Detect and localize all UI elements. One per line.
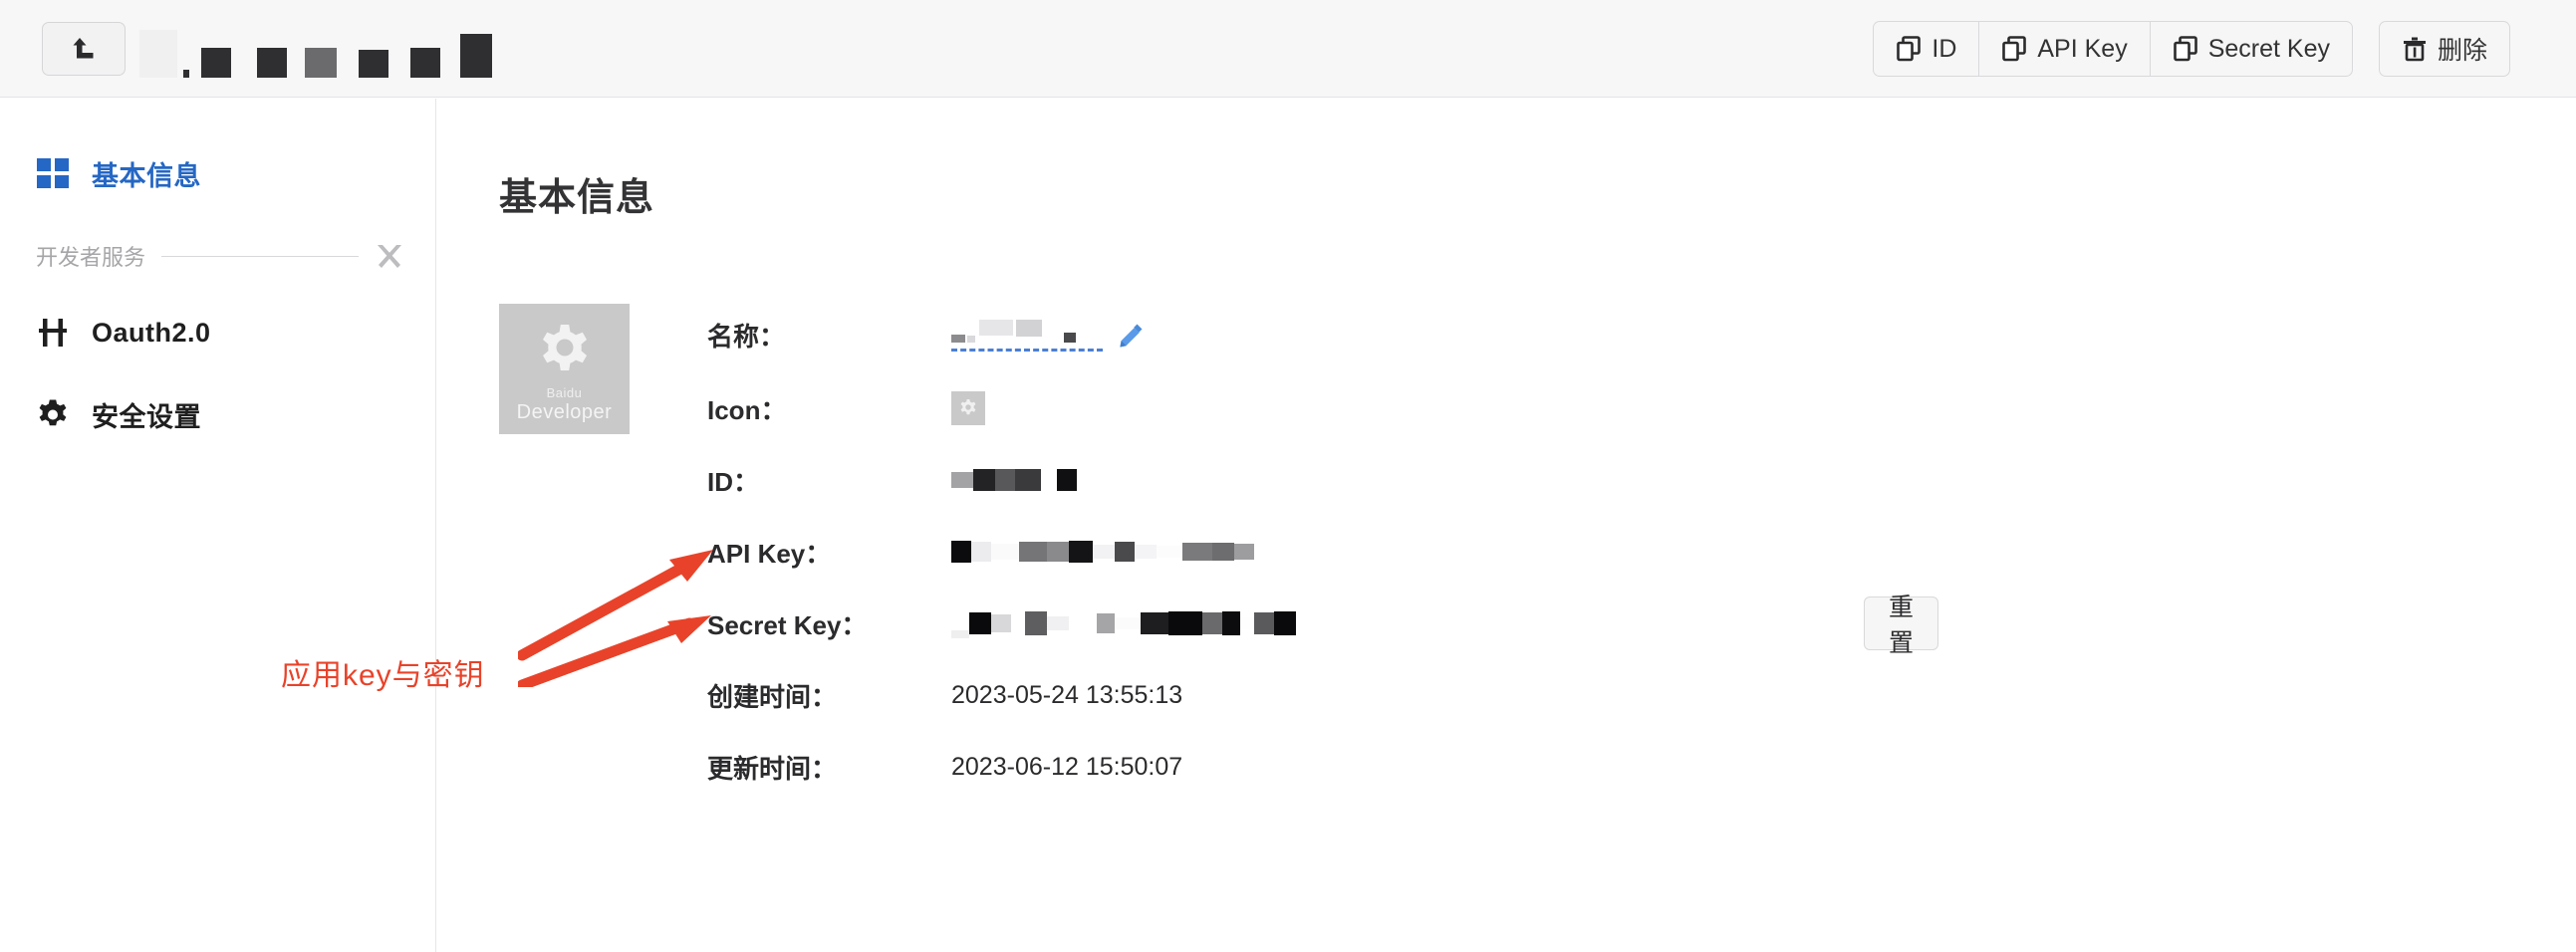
field-value-create-time: 2023-05-24 13:55:13: [951, 680, 1183, 709]
reset-secret-key-button[interactable]: 重置: [1864, 594, 1939, 657]
trash-icon: [2402, 36, 2428, 62]
field-value-secret-key: [951, 608, 1296, 638]
main-content: 基本信息 Baidu Developer 名称： Icon： ID： API K…: [437, 99, 2576, 952]
copy-icon: [1896, 36, 1922, 62]
copy-api-key-label: API Key: [2037, 34, 2128, 63]
field-value-name[interactable]: [951, 318, 1145, 352]
sidebar-item-basic-info[interactable]: 基本信息: [36, 154, 201, 193]
field-value-api-key: [951, 537, 1254, 567]
tools-icon: [375, 241, 404, 271]
copy-icon: [2173, 36, 2198, 62]
redacted-name-value: [951, 313, 1076, 343]
sidebar-item-label: 基本信息: [92, 161, 201, 191]
copy-id-button[interactable]: ID: [1873, 21, 1979, 77]
sidebar-section-divider: [161, 255, 359, 257]
app-thumb-line1: Baidu: [546, 385, 583, 400]
app-icon-thumbnail: [951, 391, 985, 425]
annotation-label: 应用key与密钥: [281, 659, 485, 692]
gear-icon: [36, 398, 70, 432]
redacted-api-key-value: [951, 537, 1254, 567]
sidebar-item-security-settings[interactable]: 安全设置: [36, 395, 201, 434]
sidebar-section-label: 开发者服务: [36, 245, 146, 270]
sidebar-item-label: 安全设置: [92, 402, 201, 432]
field-label-id: ID：: [707, 466, 760, 497]
field-label-create-time: 创建时间：: [707, 681, 838, 712]
sidebar-item-label: Oauth2.0: [92, 317, 211, 348]
grid-icon: [36, 157, 70, 191]
copy-id-label: ID: [1932, 34, 1957, 63]
field-label-name: 名称：: [707, 321, 786, 352]
copy-icon: [2001, 36, 2027, 62]
edit-pencil-icon[interactable]: [1117, 322, 1145, 350]
name-edit-field[interactable]: [951, 318, 1103, 352]
field-label-api-key: API Key：: [707, 538, 832, 569]
top-header: ID API Key Secret Key 删除: [0, 0, 2576, 98]
copy-api-key-button[interactable]: API Key: [1978, 21, 2150, 77]
page-title: 基本信息: [499, 177, 655, 219]
sidebar: 基本信息 开发者服务 Oauth2.0 安全设置: [0, 99, 436, 952]
field-label-secret-key: Secret Key：: [707, 609, 868, 640]
app-thumb-line2: Developer: [516, 401, 613, 423]
field-value-icon: [951, 391, 985, 425]
field-value-id: [951, 465, 1077, 495]
back-arrow-icon: [67, 34, 101, 64]
back-button[interactable]: [42, 22, 126, 76]
field-value-update-time: 2023-06-12 15:50:07: [951, 752, 1183, 781]
oauth-icon: [36, 316, 70, 350]
header-actions: ID API Key Secret Key 删除: [1873, 21, 2510, 77]
copy-secret-key-label: Secret Key: [2207, 34, 2330, 63]
delete-button[interactable]: 删除: [2378, 21, 2510, 77]
sidebar-section-developer-services: 开发者服务: [36, 240, 404, 272]
copy-secret-key-button[interactable]: Secret Key: [2149, 21, 2353, 77]
delete-label: 删除: [2437, 37, 2487, 65]
copy-button-group: ID API Key Secret Key: [1873, 21, 2353, 77]
sidebar-item-oauth2[interactable]: Oauth2.0: [36, 316, 211, 350]
gear-icon: [533, 321, 597, 384]
field-label-update-time: 更新时间：: [707, 753, 838, 784]
redacted-secret-key-value: [951, 608, 1296, 638]
redacted-id-value: [951, 465, 1077, 495]
app-title-redacted: [139, 22, 492, 78]
app-icon-large: Baidu Developer: [499, 304, 630, 434]
field-label-icon: Icon：: [707, 394, 787, 425]
